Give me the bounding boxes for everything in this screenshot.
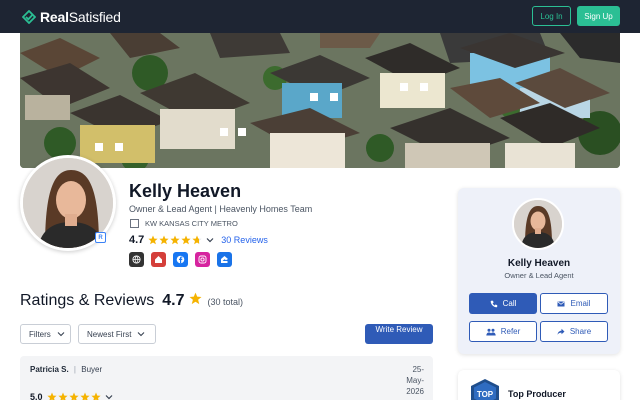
agent-rating-value: 4.7 [129,234,145,246]
chevron-down-icon[interactable] [105,393,113,400]
reviewer-info: Patricia S. | Buyer [30,365,102,374]
agent-rating-stars [148,235,203,245]
agent-avatar-small [512,198,564,250]
top-producer-badge-text: TOP [477,390,494,399]
reviewer-role: Buyer [81,365,103,374]
email-button[interactable]: Email [540,293,608,314]
call-button[interactable]: Call [469,293,537,314]
ratings-score: 4.7 [162,292,185,309]
ratings-total: (30 total) [207,297,244,307]
star-icon [170,235,180,245]
contact-card-name: Kelly Heaven [507,258,571,269]
refer-label: Refer [500,327,521,336]
star-half-icon [192,235,202,245]
top-producer-badge-icon: TOP [471,379,499,400]
review-card: Patricia S. | Buyer 25-May-2026 5.0 [20,356,433,400]
agent-name: Kelly Heaven [129,181,242,201]
top-producer-label: Top Producer [508,389,566,399]
agent-title: Owner & Lead Agent | Heavenly Homes Team [129,204,313,214]
reviewer-separator: | [73,365,76,374]
email-label: Email [570,299,591,308]
star-icon [68,392,79,400]
review-rating-stars [46,392,102,400]
profile-banner-image [20,33,620,168]
contact-card-role: Owner & Lead Agent [504,271,574,280]
ratings-section-heading: Ratings & Reviews 4.7 (30 total) [20,292,243,310]
review-date: 25-May-2026 [406,365,424,396]
agent-rating-summary: 4.7 30 Reviews [129,234,268,246]
review-rating: 5.0 [30,392,120,400]
brokerage-logo-icon [130,219,139,228]
filters-dropdown[interactable]: Filters [20,324,71,344]
write-review-button[interactable]: Write Review [365,324,433,344]
call-label: Call [502,299,517,308]
star-icon [181,235,191,245]
instagram-icon[interactable] [195,252,210,267]
sort-dropdown[interactable]: Newest First [78,324,156,344]
star-icon [148,235,158,245]
contact-card: Kelly Heaven Owner & Lead Agent Call Ema… [458,188,620,354]
chevron-down-icon [57,332,65,337]
star-icon [189,292,202,305]
star-icon [159,235,169,245]
facebook-icon[interactable] [173,252,188,267]
top-producer-card: TOP Top Producer [458,370,620,400]
star-icon [57,392,68,400]
brand-logo[interactable]: RealSatisfied [22,9,121,25]
logo-check-icon [22,10,36,24]
phone-icon [490,300,497,307]
share-icon [557,328,565,335]
brokerage-name: KW KANSAS CITY METRO [145,219,238,228]
reviews-link[interactable]: 30 Reviews [221,235,268,245]
envelope-icon [557,301,565,306]
star-icon [46,392,57,400]
top-navbar: RealSatisfied Log In Sign Up [0,0,640,33]
star-icon [79,392,90,400]
login-button[interactable]: Log In [532,6,571,26]
users-icon [486,328,496,335]
chevron-down-icon[interactable] [206,236,214,244]
refer-button[interactable]: Refer [469,321,537,342]
home-icon[interactable] [151,252,166,267]
review-rating-value: 5.0 [30,392,43,400]
globe-icon[interactable] [129,252,144,267]
share-label: Share [569,327,592,336]
star-icon [90,392,101,400]
social-links [129,252,239,267]
signup-button[interactable]: Sign Up [577,6,620,26]
zillow-icon[interactable] [217,252,232,267]
sort-label: Newest First [87,329,132,339]
ratings-title: Ratings & Reviews [20,292,155,309]
share-button[interactable]: Share [540,321,608,342]
filters-label: Filters [29,329,51,339]
brokerage: KW KANSAS CITY METRO [130,219,238,228]
brand-name: RealSatisfied [40,9,121,25]
reviewer-name: Patricia S. [30,365,69,374]
chevron-down-icon [138,332,145,337]
verified-badge-icon: R [95,232,106,243]
